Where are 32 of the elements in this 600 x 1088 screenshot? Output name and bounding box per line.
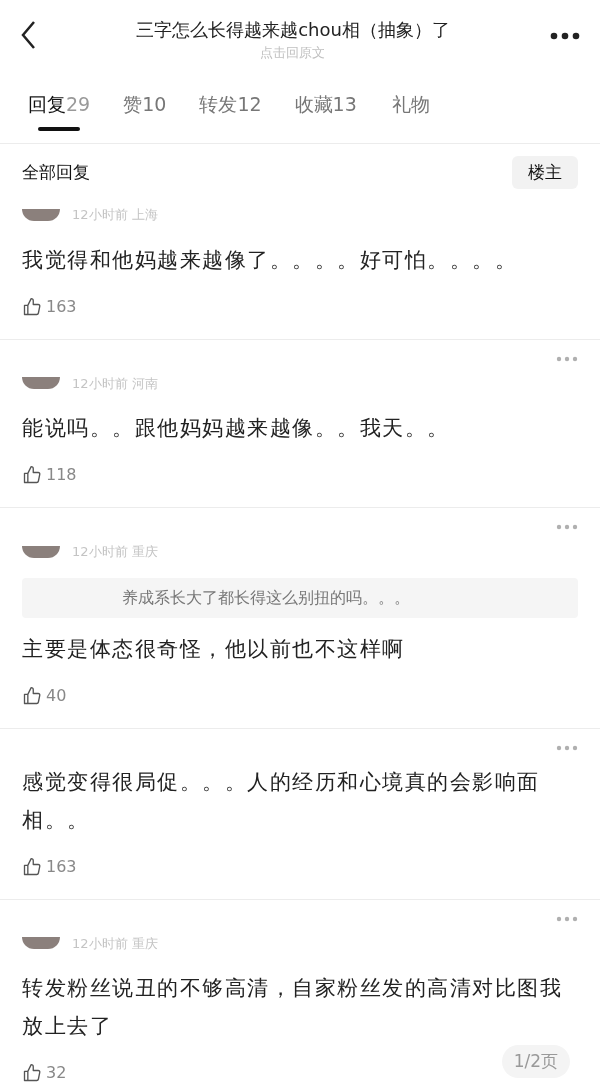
comment-text: 我觉得和他妈越来越像了。。。。好可怕。。。。 [22, 246, 518, 274]
post-title: 三字怎么长得越来越chou相（抽象）了 [136, 18, 450, 42]
more-icon[interactable] [550, 32, 580, 40]
thumbs-up-icon[interactable] [22, 296, 42, 317]
author-filter-button[interactable]: 楼主 [512, 155, 578, 189]
comment-meta: 12小时前 河南 [72, 374, 158, 393]
comment-text: 主要是体态很奇怪，他以前也不这样啊 [22, 635, 406, 663]
like-count: 32 [46, 1062, 67, 1084]
tab[interactable]: 赞10 [123, 90, 167, 143]
avatar[interactable] [22, 937, 60, 950]
comment-text: 能说吗。。跟他妈妈越来越像。。我天。。 [22, 415, 451, 442]
avatar[interactable] [22, 208, 60, 221]
page-indicator[interactable]: 1/2页 [501, 1044, 570, 1078]
back-icon[interactable] [20, 20, 36, 50]
tab[interactable]: 收藏13 [294, 90, 357, 143]
thumbs-up-icon[interactable] [22, 856, 42, 877]
comment-text: 感觉变得很局促。。。人的经历和心境真的会影响面相。。 [22, 768, 541, 834]
thumbs-up-icon[interactable] [22, 1063, 42, 1083]
tab[interactable]: 转发12 [199, 90, 262, 143]
section-label: 全部回复 [22, 160, 90, 184]
like-count: 40 [46, 684, 67, 707]
like-count: 163 [46, 295, 77, 318]
like-count: 163 [46, 855, 77, 878]
thumbs-up-icon[interactable] [22, 685, 42, 706]
tab[interactable]: 回复29 [28, 90, 91, 143]
avatar[interactable] [22, 545, 60, 558]
comment-text: 转发粉丝说丑的不够高清，自家粉丝发的高清对比图我放上去了 [22, 975, 563, 1040]
like-count: 118 [46, 464, 77, 486]
avatar[interactable] [22, 377, 60, 390]
thumbs-up-icon[interactable] [22, 465, 42, 485]
tab[interactable]: 礼物 [389, 90, 432, 143]
quoted-reply: 养成系长大了都长得这么别扭的吗。。。 [22, 577, 578, 618]
